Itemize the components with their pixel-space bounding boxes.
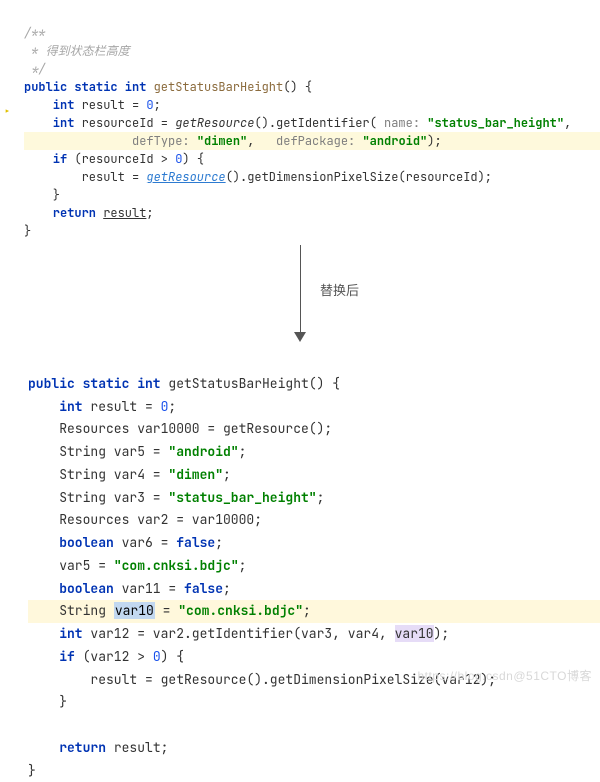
code-line: Resources var2 = var10000; xyxy=(28,511,262,528)
code-line: return result; xyxy=(24,205,154,221)
code-line: } xyxy=(24,223,31,239)
code-line: } xyxy=(28,693,67,710)
code-line: var5 = "com.cnksi.bdjc"; xyxy=(28,557,246,574)
arrow-head-icon xyxy=(294,332,306,342)
highlighted-line: defType: "dimen", defPackage: "android")… xyxy=(24,132,600,150)
code-line: int var12 = var2.getIdentifier(var3, var… xyxy=(28,625,449,642)
comment-line: * 得到状态栏高度 xyxy=(24,43,130,59)
code-line: String var5 = "android"; xyxy=(28,443,246,460)
code-line: boolean var11 = false; xyxy=(28,580,231,597)
code-line: result = getResource().getDimensionPixel… xyxy=(24,169,492,185)
code-line: if (var12 > 0) { xyxy=(28,648,184,665)
code-line: } xyxy=(24,187,60,203)
code-line: boolean var6 = false; xyxy=(28,534,223,551)
arrow-shaft xyxy=(300,245,301,335)
gutter-warning-icon: ▸ xyxy=(4,104,11,121)
code-line: result = getResource().getDimensionPixel… xyxy=(28,671,496,688)
code-line: if (resourceId > 0) { xyxy=(24,151,204,167)
selected-token: var10 xyxy=(114,602,155,619)
code-line: String var3 = "status_bar_height"; xyxy=(28,489,324,506)
match-token: var10 xyxy=(395,625,434,642)
code-line: String var4 = "dimen"; xyxy=(28,466,231,483)
highlighted-line: String var10 = "com.cnksi.bdjc"; xyxy=(28,600,600,623)
code-line: public static int getStatusBarHeight() { xyxy=(24,79,312,95)
code-line: Resources var10000 = getResource(); xyxy=(28,420,332,437)
comment-line: */ xyxy=(24,61,46,77)
comment-line: /** xyxy=(24,25,46,41)
code-line: int result = 0; xyxy=(24,97,161,113)
code-line: } xyxy=(28,762,36,779)
code-line: int result = 0; xyxy=(28,398,176,415)
code-line: int resourceId = getResource().getIdenti… xyxy=(24,115,571,131)
code-line: return result; xyxy=(28,739,168,756)
code-block-after: public static int getStatusBarHeight() {… xyxy=(0,350,600,782)
code-block-before: ▸ /** * 得到状态栏高度 */ public static int getS… xyxy=(0,0,600,240)
arrow-label: 替换后 xyxy=(320,280,359,299)
code-line: public static int getStatusBarHeight() { xyxy=(28,375,340,392)
arrow-diagram: 替换后 xyxy=(0,240,600,350)
